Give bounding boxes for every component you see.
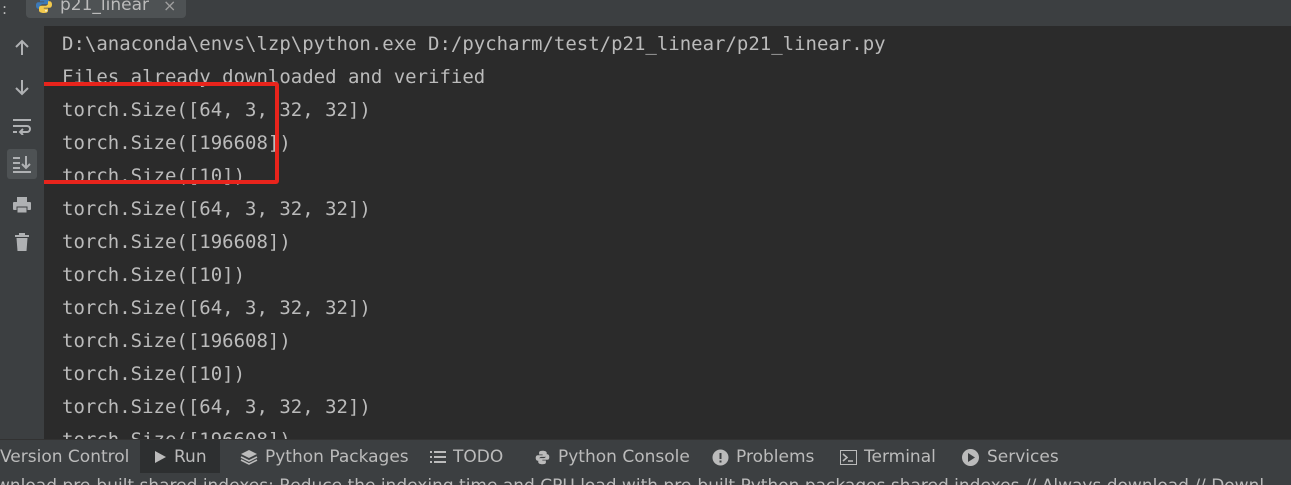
- python-file-icon: [36, 0, 52, 13]
- tab-todo[interactable]: TODO: [430, 440, 503, 474]
- status-bar: wnload pre-built shared indexes: Reduce …: [0, 473, 1291, 485]
- tab-label: Python Packages: [265, 447, 409, 467]
- tab-problems[interactable]: Problems: [712, 440, 814, 474]
- run-console-output[interactable]: D:\anaconda\envs\lzp\python.exe D:/pycha…: [44, 26, 1291, 439]
- tab-label: TODO: [453, 447, 504, 467]
- play-icon: [153, 450, 167, 464]
- scroll-to-end-icon[interactable]: [7, 149, 37, 179]
- editor-tab-bar: : p21_linear ×: [0, 0, 1291, 26]
- run-left-toolbar: [0, 26, 44, 439]
- services-icon: [961, 448, 980, 467]
- tab-services[interactable]: Services: [961, 440, 1059, 474]
- tab-label: Problems: [736, 447, 815, 467]
- tab-label: p21_linear: [60, 0, 150, 15]
- console-line: torch.Size([196608]): [62, 330, 291, 352]
- tab-label: Run: [174, 447, 207, 467]
- run-tab-p21-linear[interactable]: p21_linear ×: [26, 0, 187, 18]
- tab-label: Version Control: [0, 447, 130, 467]
- python-console-icon: [534, 449, 551, 466]
- tab-version-control[interactable]: Version Control: [0, 440, 129, 474]
- console-line: torch.Size([10]): [62, 264, 246, 286]
- console-command-line: D:\anaconda\envs\lzp\python.exe D:/pycha…: [62, 33, 886, 55]
- tab-terminal[interactable]: Terminal: [840, 440, 936, 474]
- tab-python-packages[interactable]: Python Packages: [240, 440, 409, 474]
- tab-bar-leading-text: :: [2, 0, 8, 18]
- tab-label: Python Console: [558, 447, 690, 467]
- console-line: torch.Size([196608]): [62, 231, 291, 253]
- list-icon: [430, 450, 446, 464]
- tab-label: Terminal: [864, 447, 936, 467]
- console-line: torch.Size([64, 3, 32, 32]): [62, 396, 371, 418]
- tab-run[interactable]: Run: [140, 440, 220, 474]
- tab-python-console[interactable]: Python Console: [534, 440, 690, 474]
- terminal-icon: [840, 449, 857, 465]
- console-line: torch.Size([10]): [62, 363, 246, 385]
- tool-window-bar: Version Control Run Python Packages TODO…: [0, 439, 1291, 474]
- close-tab-icon[interactable]: ×: [163, 0, 176, 15]
- console-line: torch.Size([196608]): [62, 424, 291, 439]
- console-line: torch.Size([64, 3, 32, 32]): [62, 297, 371, 319]
- console-line: torch.Size([64, 3, 32, 32]): [62, 198, 371, 220]
- status-message[interactable]: wnload pre-built shared indexes: Reduce …: [0, 476, 1264, 485]
- tab-label: Services: [987, 447, 1059, 467]
- layers-icon: [240, 449, 258, 465]
- trash-icon[interactable]: [7, 227, 37, 257]
- soft-wrap-icon[interactable]: [7, 111, 37, 141]
- red-annotation-box: [44, 82, 279, 184]
- up-arrow-icon[interactable]: [7, 33, 37, 63]
- print-icon[interactable]: [7, 190, 37, 220]
- down-arrow-icon[interactable]: [7, 72, 37, 102]
- info-icon: [712, 449, 729, 466]
